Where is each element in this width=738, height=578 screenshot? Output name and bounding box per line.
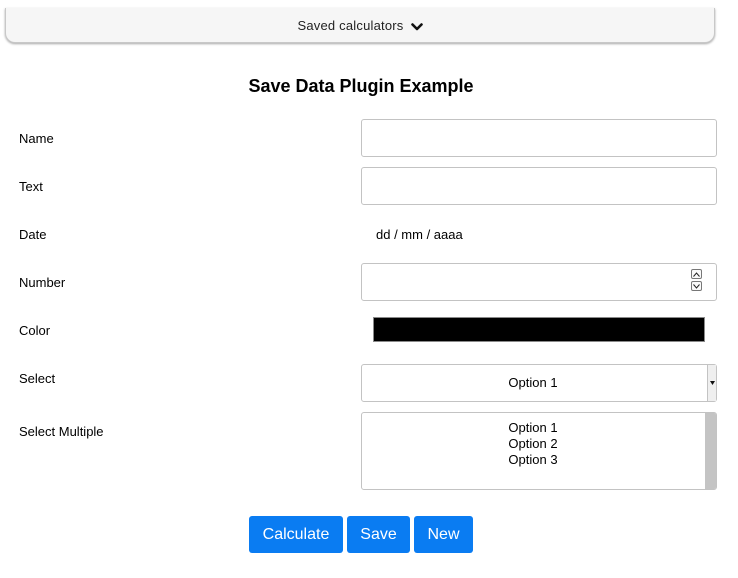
text-input[interactable] [361, 167, 717, 205]
calculate-button[interactable]: Calculate [249, 516, 343, 553]
caret-down-icon [707, 365, 716, 401]
select-multiple-list[interactable]: Option 1 Option 2 Option 3 [361, 412, 717, 490]
number-spinner[interactable] [691, 269, 703, 293]
text-label: Text [19, 179, 43, 194]
select-multiple-label: Select Multiple [19, 424, 104, 439]
color-label: Color [19, 323, 51, 338]
date-input[interactable]: dd / mm / aaaa [376, 227, 463, 242]
name-label: Name [19, 131, 54, 146]
select-dropdown[interactable]: Option 1 [361, 364, 717, 402]
multi-option[interactable]: Option 1 [362, 420, 704, 436]
saved-calculators-label: Saved calculators [297, 17, 404, 33]
scrollbar[interactable] [705, 413, 716, 489]
save-button[interactable]: Save [347, 516, 410, 553]
select-value: Option 1 [508, 375, 558, 390]
number-label: Number [19, 275, 66, 290]
number-input[interactable] [361, 263, 717, 301]
spin-up-icon[interactable] [691, 269, 702, 279]
color-picker[interactable] [373, 317, 705, 342]
multi-option[interactable]: Option 3 [362, 452, 704, 468]
saved-calculators-toggle[interactable]: Saved calculators [5, 8, 715, 43]
date-label: Date [19, 227, 47, 242]
multi-option[interactable]: Option 2 [362, 436, 704, 452]
chevron-down-icon [410, 20, 423, 31]
new-button[interactable]: New [414, 516, 473, 553]
page-title: Save Data Plugin Example [248, 76, 474, 96]
name-input[interactable] [361, 119, 717, 157]
select-label: Select [19, 371, 56, 386]
spin-down-icon[interactable] [691, 281, 702, 291]
